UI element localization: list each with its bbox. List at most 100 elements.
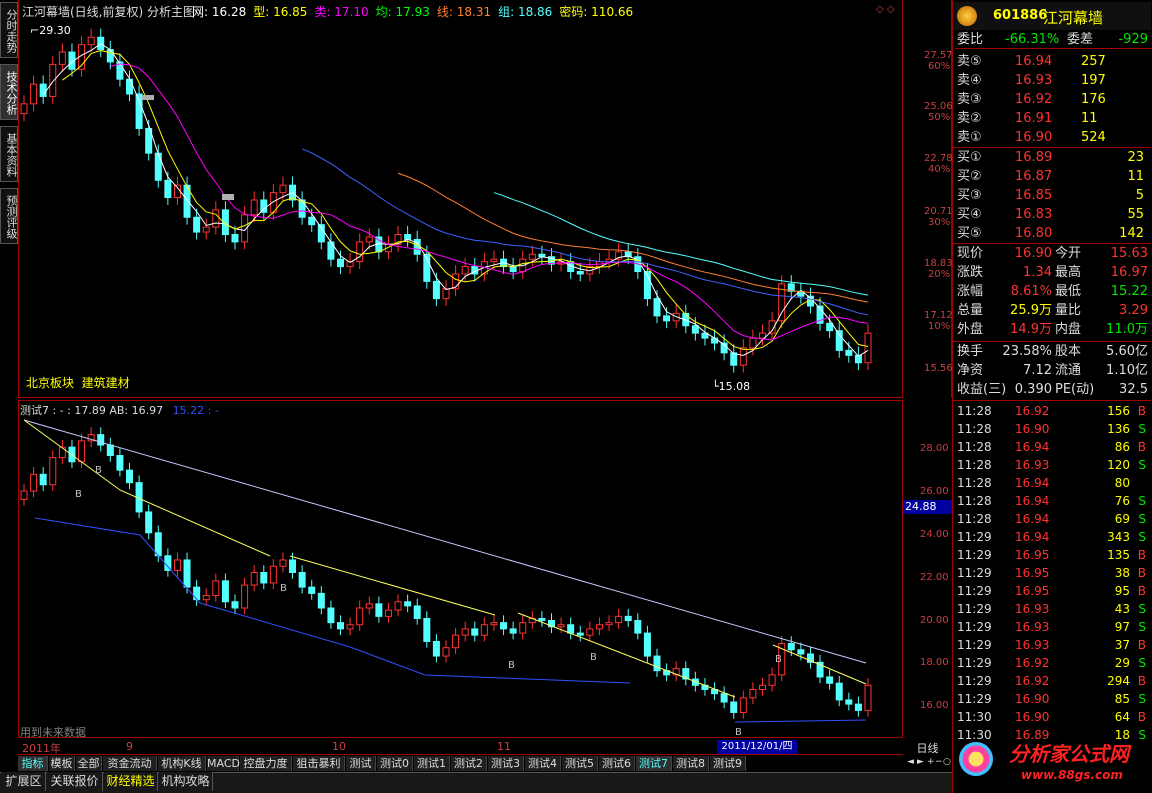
watermark-flower-icon [959, 742, 993, 776]
fund-value: 32.5 [1119, 382, 1148, 397]
indicator-tab[interactable]: 测试8 [673, 756, 709, 771]
tab-forecast[interactable]: 预测评级 [0, 188, 18, 244]
sell-row[interactable]: 卖④ 16.93 197 [955, 72, 1152, 90]
fund-row: 净资 7.12 流通 1.10亿 [955, 362, 1152, 380]
candle-body [337, 258, 344, 268]
candle-body [653, 655, 661, 672]
tab-finance-picks[interactable]: 财经精选 [104, 772, 158, 791]
tick-row: 11:28 16.94 69 S [955, 510, 1152, 528]
tab-technical[interactable]: 技术分析 [0, 64, 18, 120]
indicator-tab[interactable]: 测试9 [710, 756, 746, 771]
tick-price: 16.94 [1015, 530, 1050, 544]
sub-price-tick: 26.00 [920, 486, 949, 497]
tab-expand-area[interactable]: 扩展区 [2, 772, 46, 791]
tick-vol: 85 [1114, 692, 1130, 706]
indicator-tab[interactable]: 测试7 [636, 756, 672, 771]
tick-price: 16.94 [1015, 512, 1050, 526]
buy-row[interactable]: 买③ 16.85 5 [955, 187, 1152, 205]
buy-label: 买① [957, 150, 982, 165]
resistance-line [23, 419, 271, 557]
tab-intraday[interactable]: 分时走势 [0, 2, 18, 58]
candle-body [212, 580, 220, 596]
sell-row[interactable]: 卖③ 16.92 176 [955, 91, 1152, 109]
zoom-in-icon[interactable]: + [927, 757, 935, 767]
indicator-tab[interactable]: 测试1 [414, 756, 450, 771]
sell-row[interactable]: 卖② 16.91 11 [955, 110, 1152, 128]
indicator-tab[interactable]: 测试0 [377, 756, 413, 771]
buy-row[interactable]: 买① 16.89 23 [955, 149, 1152, 167]
tick-time: 11:29 [957, 530, 992, 544]
indicator-tab[interactable]: 测试6 [599, 756, 635, 771]
fund-label: PE(动) [1055, 382, 1095, 397]
tick-price: 16.95 [1015, 584, 1050, 598]
indicator-tab[interactable]: 测试4 [525, 756, 561, 771]
indicator-tab[interactable]: 控盘力度 [240, 756, 292, 771]
price-tick: 27.57 [924, 50, 953, 61]
candle-body [173, 559, 181, 571]
candle-body [193, 216, 201, 233]
indicator-tab[interactable]: 测试3 [488, 756, 524, 771]
fund-value: 5.60亿 [1106, 344, 1148, 359]
buy-price: 16.85 [1015, 188, 1053, 203]
sell-price: 16.94 [1015, 54, 1053, 69]
price-tick: 20.71 [924, 206, 953, 217]
sell-row[interactable]: 卖① 16.90 524 [955, 129, 1152, 147]
buy-row[interactable]: 买④ 16.83 55 [955, 206, 1152, 224]
indicator-tab[interactable]: 模板 [49, 756, 75, 771]
stat-label: 最高 [1055, 265, 1082, 280]
resistance-line [772, 644, 867, 685]
tick-side: S [1138, 656, 1146, 670]
tab-fundamentals[interactable]: 基本资料 [0, 126, 18, 182]
indicator-tab[interactable]: 全部 [76, 756, 102, 771]
zoom-out-icon[interactable]: − [935, 757, 943, 767]
tab-institution-strategy[interactable]: 机构攻略 [159, 772, 213, 791]
scroll-right-icon[interactable]: ► [917, 757, 924, 767]
tick-row: 11:28 16.94 76 S [955, 492, 1152, 510]
candle-body [164, 179, 172, 199]
tick-time: 11:29 [957, 638, 992, 652]
tick-vol: 135 [1107, 548, 1130, 562]
stat-value: 8.61% [1010, 284, 1052, 299]
indicator-tab[interactable]: 测试 [346, 756, 376, 771]
candle-body [835, 682, 843, 701]
indicator-tab[interactable]: MACD [207, 756, 240, 771]
tick-side: S [1138, 620, 1146, 634]
price-tick: 17.12 [924, 310, 953, 321]
scroll-left-icon[interactable]: ◄ [907, 757, 914, 767]
indicator-tab[interactable]: 测试2 [451, 756, 487, 771]
buy-vol: 142 [1119, 226, 1144, 241]
candle-body [404, 234, 412, 240]
candle-body [624, 615, 632, 622]
buy-price: 16.80 [1015, 226, 1053, 241]
candle-body [423, 617, 431, 642]
buy-row[interactable]: 买⑤ 16.80 142 [955, 225, 1152, 243]
sell-vol: 524 [1081, 130, 1106, 145]
tick-vol: 136 [1107, 422, 1130, 436]
indicator-tab[interactable]: 测试5 [562, 756, 598, 771]
reset-icon[interactable]: ○ [943, 757, 951, 767]
candle-body [260, 572, 268, 584]
candle-body [576, 271, 584, 275]
candle-body [749, 688, 757, 699]
divider [953, 147, 1151, 148]
candle-body [576, 632, 584, 636]
period-label[interactable]: 日线 [905, 740, 950, 756]
moving-average-line [42, 43, 869, 357]
tick-side: B [1137, 566, 1146, 580]
sell-row[interactable]: 卖⑤ 16.94 257 [955, 53, 1152, 71]
indicator-tab[interactable]: 狙击暴利 [293, 756, 345, 771]
tick-side: S [1138, 512, 1146, 526]
indicator-tab[interactable]: 机构K线 [158, 756, 206, 771]
fund-label: 流通 [1055, 363, 1082, 378]
buy-row[interactable]: 买② 16.87 11 [955, 168, 1152, 186]
indicator-tab[interactable]: 资金流动 [103, 756, 157, 771]
buy-vol: 23 [1127, 150, 1144, 165]
indicator-tab[interactable]: 指标 [18, 756, 48, 771]
candle-body [653, 298, 661, 317]
buy-price: 16.87 [1015, 169, 1053, 184]
candle-body [116, 455, 124, 471]
candle-body [269, 565, 277, 584]
tick-time: 11:29 [957, 674, 992, 688]
candle-body [730, 701, 738, 713]
tab-related-quotes[interactable]: 关联报价 [47, 772, 103, 791]
